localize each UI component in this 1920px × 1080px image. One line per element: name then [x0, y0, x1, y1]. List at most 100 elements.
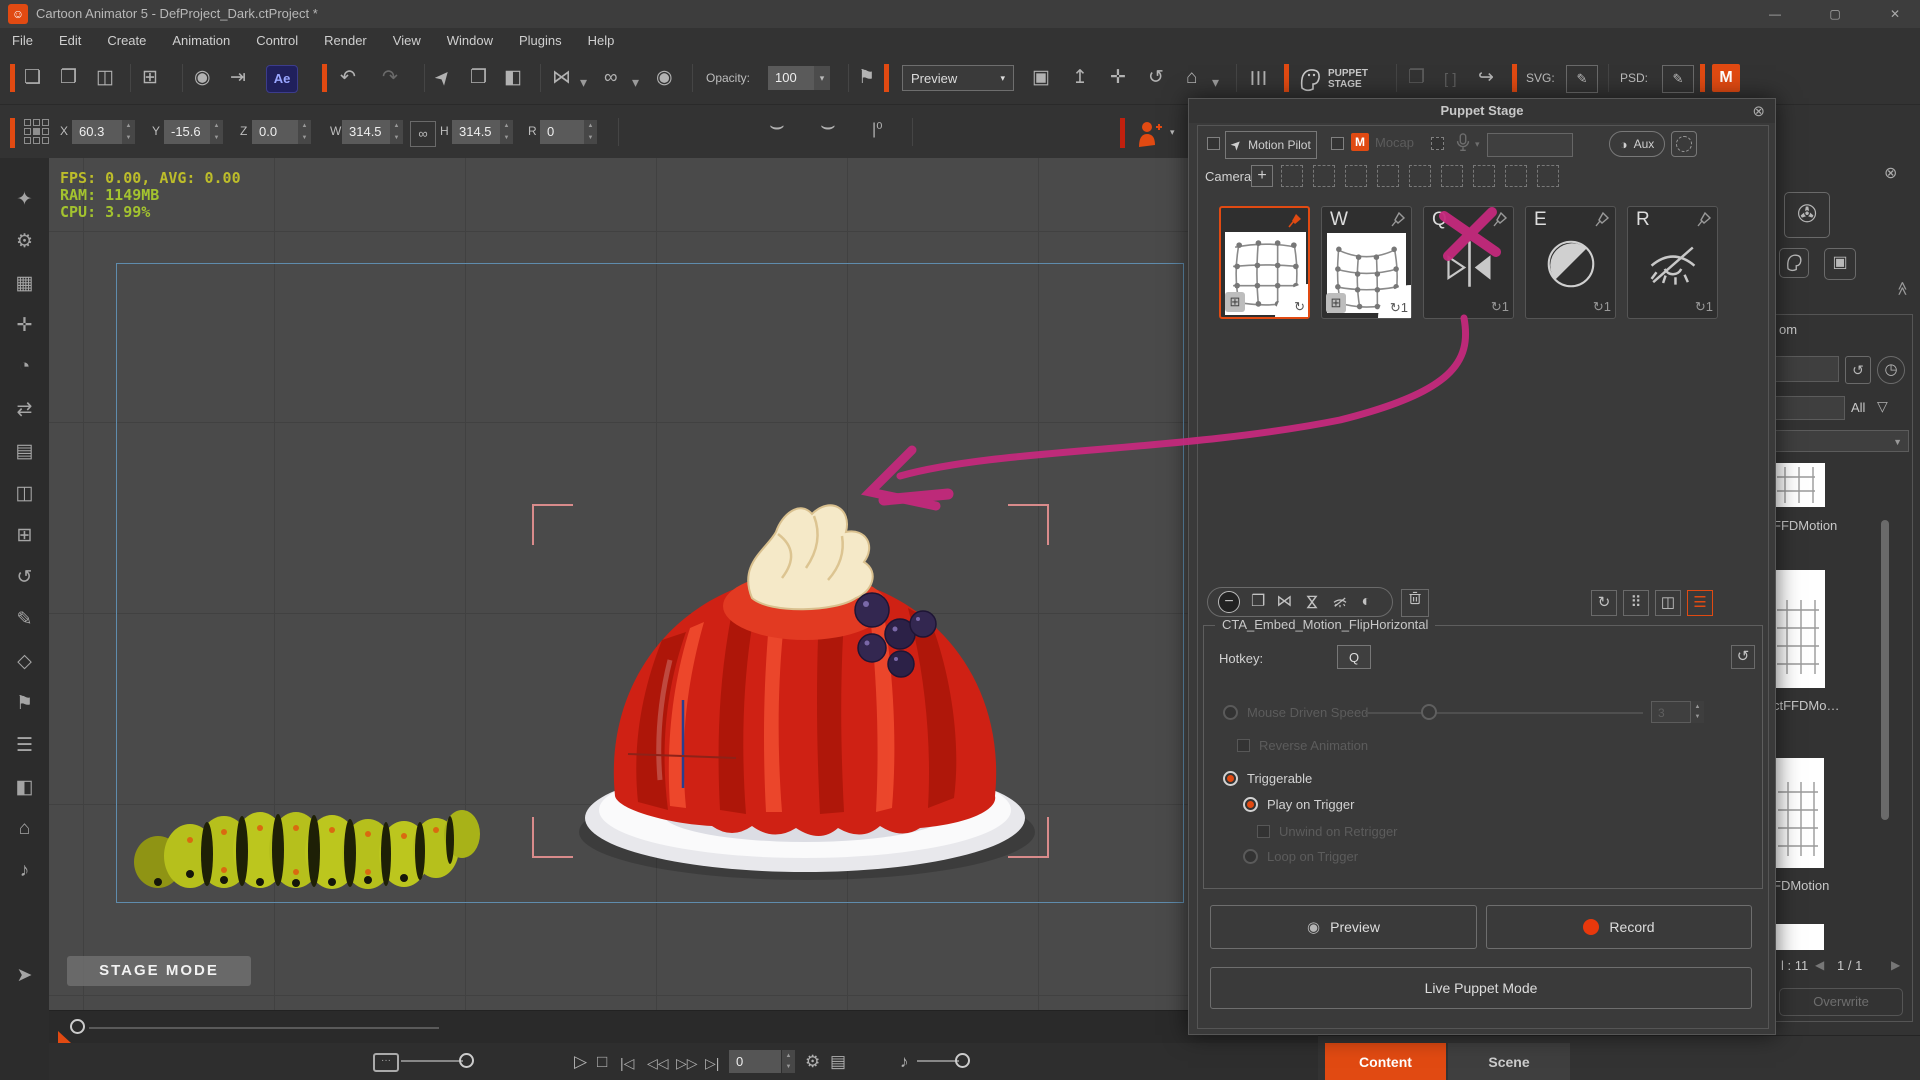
export-icon[interactable]: ⇥ [230, 67, 246, 89]
r-input[interactable]: 0 [540, 120, 584, 144]
chevron-down-icon[interactable]: ▾ [1212, 71, 1219, 93]
menu-view[interactable]: View [393, 33, 421, 48]
menu-file[interactable]: File [12, 33, 33, 48]
flip-v-icon[interactable]: ⋈ [1303, 594, 1319, 610]
play-icon[interactable]: ▷ [574, 1052, 587, 1071]
motion-pilot-checkbox[interactable] [1207, 137, 1220, 150]
trigger-card-r[interactable]: R ↻1 [1627, 206, 1718, 319]
camera-add-button[interactable]: + [1251, 165, 1273, 187]
timeline-list-icon[interactable]: ▤ [830, 1052, 846, 1071]
motion-pilot-button[interactable]: ➤ Motion Pilot [1225, 131, 1317, 159]
left-tool-5-icon[interactable]: ◔ [0, 356, 49, 378]
next-frame-icon[interactable]: ▷▷ [676, 1054, 698, 1073]
live-puppet-mode-button[interactable]: Live Puppet Mode [1210, 967, 1752, 1009]
puppet-library-icon[interactable] [1779, 248, 1809, 278]
library-item-label[interactable]: ctFFDMo… [1773, 698, 1839, 713]
opacity-icon[interactable]: ◐ [1361, 594, 1371, 610]
menu-window[interactable]: Window [447, 33, 493, 48]
camera-slot[interactable] [1345, 165, 1367, 187]
filter-funnel-icon[interactable]: ▽ [1877, 398, 1888, 415]
undo-icon[interactable]: ↶ [340, 67, 356, 89]
speed-stepper[interactable]: ▲▼ [1691, 701, 1704, 723]
first-frame-icon[interactable]: |◁ [620, 1054, 634, 1073]
left-tool-16-icon[interactable]: ⌂ [0, 818, 49, 840]
chevron-down-icon[interactable]: ▾ [1475, 139, 1480, 150]
filter-all-label[interactable]: All [1851, 400, 1865, 415]
caption-bubble-icon[interactable]: ··· [373, 1053, 399, 1072]
collapse-up-icon[interactable]: ≪ [1894, 281, 1911, 296]
loop-on-trigger-radio[interactable] [1243, 849, 1258, 864]
reset-trigger-icon[interactable]: ↻ [1591, 590, 1617, 616]
menu-help[interactable]: Help [588, 33, 615, 48]
preview-button[interactable]: ◉ Preview [1210, 905, 1477, 949]
library-item-thumbnail[interactable] [1775, 463, 1825, 507]
left-tool-14-icon[interactable]: ☰ [0, 734, 49, 757]
pin-icon[interactable] [1493, 211, 1509, 227]
mocap-checkbox[interactable] [1331, 137, 1344, 150]
left-tool-10-icon[interactable]: ↺ [0, 566, 49, 589]
library-item-label[interactable]: FDMotion [1773, 878, 1829, 893]
stage-viewport[interactable]: FPS: 0.00, AVG: 0.00 RAM: 1149MB CPU: 3.… [49, 158, 1318, 1010]
speed-slider-knob[interactable] [1421, 704, 1437, 720]
pin-icon[interactable] [1697, 211, 1713, 227]
dock-close-icon[interactable]: ⊗ [1884, 163, 1897, 183]
trigger-card-w[interactable]: W ⊞ ↻1 [1321, 206, 1412, 319]
flip-horizontal-icon[interactable]: ⋈ [552, 67, 571, 89]
library-item-thumbnail[interactable] [1771, 570, 1825, 688]
r-stepper[interactable]: ▲▼ [584, 120, 597, 144]
left-tool-1-icon[interactable]: ✦ [0, 188, 49, 211]
y-stepper[interactable]: ▲▼ [210, 120, 223, 144]
menu-control[interactable]: Control [256, 33, 298, 48]
template-library-icon[interactable]: ▣ [1824, 248, 1856, 280]
w-stepper[interactable]: ▲▼ [390, 120, 403, 144]
motionlive-badge-icon[interactable]: M [1712, 64, 1740, 92]
wh-link-icon[interactable]: ∞ [410, 121, 436, 147]
library-scrollbar[interactable] [1881, 520, 1889, 820]
camera-slot[interactable] [1313, 165, 1335, 187]
search-input[interactable] [1775, 356, 1839, 382]
speed-slider-track[interactable] [1365, 712, 1643, 714]
actor-tool-icon[interactable] [1134, 119, 1164, 149]
hotkey-refresh-icon[interactable]: ↺ [1731, 645, 1755, 669]
save-project-icon[interactable]: ◫ [96, 67, 114, 89]
stop-icon[interactable]: □ [597, 1052, 607, 1071]
h-input[interactable]: 314.5 [452, 120, 500, 144]
left-tool-18-icon[interactable]: ➤ [0, 964, 49, 987]
reverse-animation-checkbox[interactable] [1237, 739, 1250, 752]
audio-checkbox[interactable] [1431, 137, 1444, 150]
left-tool-15-icon[interactable]: ◧ [0, 776, 49, 799]
last-frame-icon[interactable]: ▷| [705, 1054, 719, 1073]
left-tool-13-icon[interactable]: ⚑ [0, 692, 49, 715]
menu-animation[interactable]: Animation [172, 33, 230, 48]
flip-h-icon[interactable]: ⋈ [1276, 594, 1292, 610]
camera-slot[interactable] [1409, 165, 1431, 187]
menu-create[interactable]: Create [107, 33, 146, 48]
svg-edit-icon[interactable]: ✎ [1566, 65, 1598, 93]
maximize-button[interactable]: ▢ [1815, 4, 1855, 24]
folder-icon[interactable]: ❐ [1251, 594, 1265, 610]
menu-edit[interactable]: Edit [59, 33, 81, 48]
camera-slot[interactable] [1281, 165, 1303, 187]
opacity-dropdown-icon[interactable]: ▾ [814, 66, 830, 90]
triggerable-radio[interactable] [1223, 771, 1238, 786]
frame-counter-input[interactable]: 0 [729, 1050, 781, 1073]
overwrite-button[interactable]: Overwrite [1779, 988, 1903, 1016]
frame-stepper[interactable]: ▲▼ [782, 1050, 795, 1073]
volume-knob[interactable] [955, 1053, 970, 1068]
marketplace-cart-icon[interactable]: ⊞ [142, 67, 158, 89]
trigger-card-e[interactable]: E ↻1 [1525, 206, 1616, 319]
ground-level-icon[interactable]: |⁰ [872, 119, 883, 141]
playback-settings-icon[interactable]: ⚙ [805, 1052, 820, 1071]
left-tool-3-icon[interactable]: ▦ [0, 272, 49, 295]
chevron-down-icon[interactable]: ▾ [632, 71, 639, 93]
y-input[interactable]: -15.6 [164, 120, 210, 144]
close-button[interactable]: ✕ [1875, 4, 1915, 24]
pin-icon[interactable] [1595, 211, 1611, 227]
preview-dots-icon[interactable]: ⠿ [1623, 590, 1649, 616]
minimize-button[interactable]: — [1755, 4, 1795, 24]
visibility-eye-icon[interactable]: ◉ [656, 67, 673, 89]
record-button[interactable]: Record [1486, 905, 1752, 949]
pin-icon[interactable] [1391, 211, 1407, 227]
camera-slot[interactable] [1377, 165, 1399, 187]
puppet-stage-button[interactable]: PUPPET STAGE [1298, 62, 1390, 96]
